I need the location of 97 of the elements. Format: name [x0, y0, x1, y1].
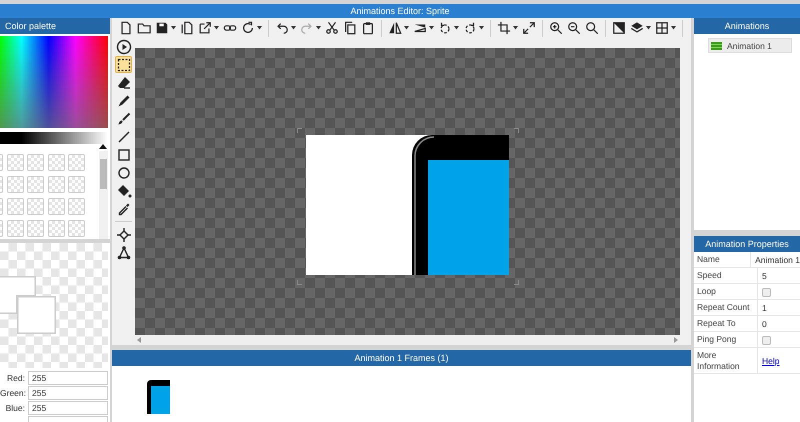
property-value: 1	[762, 302, 767, 314]
line-icon	[116, 128, 132, 144]
caret-icon[interactable]	[671, 26, 676, 30]
color-spectrum[interactable]	[0, 36, 108, 128]
field-label: Blue:	[4, 403, 26, 413]
vertical-scrollbar[interactable]	[99, 151, 108, 239]
caret-icon[interactable]	[404, 26, 409, 30]
panel-title: Animations	[724, 21, 770, 31]
eraser-icon	[116, 74, 132, 90]
item-label: Animation 1	[727, 40, 772, 50]
help-link[interactable]: Help	[762, 356, 780, 366]
frame-thumbnail[interactable]	[147, 380, 170, 414]
list-item[interactable]: Animation 1	[708, 38, 792, 53]
crosshair-icon	[116, 226, 132, 242]
brightness-bar[interactable]	[0, 132, 108, 144]
property-label: Speed	[694, 268, 758, 283]
pencil-icon	[116, 92, 132, 108]
input-field[interactable]: 255	[28, 401, 108, 415]
caret-icon[interactable]	[454, 26, 459, 30]
panel-title: Color palette	[5, 21, 56, 31]
caret-icon[interactable]	[479, 26, 484, 30]
caret-icon[interactable]	[214, 26, 219, 30]
brush-icon	[116, 110, 132, 126]
color-swatch[interactable]	[68, 176, 85, 193]
panel-title: Animation Properties	[705, 239, 789, 249]
color-swatch[interactable]	[27, 198, 44, 215]
color-swatch[interactable]	[6, 198, 24, 215]
rectangle-icon	[116, 146, 132, 162]
tool-button[interactable]	[115, 38, 132, 55]
property-value: 5	[762, 270, 767, 282]
animation-icon	[711, 42, 722, 50]
field-label: Green:	[0, 388, 27, 398]
checkbox[interactable]	[762, 336, 771, 344]
color-swatch[interactable]	[27, 154, 44, 171]
rotate-right-icon[interactable]	[463, 21, 477, 35]
input-field[interactable]: 255	[28, 386, 108, 400]
contrast-icon[interactable]	[612, 21, 626, 35]
color-swatch[interactable]	[68, 220, 85, 237]
caret-icon[interactable]	[646, 26, 651, 30]
undo-icon[interactable]	[275, 21, 289, 35]
tool-button[interactable]	[115, 226, 132, 243]
property-label: Loop	[694, 284, 758, 299]
property-value: Animation 1	[755, 254, 800, 266]
zoom-out-icon[interactable]	[567, 21, 581, 35]
color-swatch[interactable]	[27, 176, 44, 193]
caret-icon[interactable]	[513, 26, 518, 30]
selection-icon	[116, 56, 132, 72]
color-swatch[interactable]	[48, 220, 64, 237]
color-swatch[interactable]	[48, 176, 64, 193]
caret-icon[interactable]	[257, 26, 262, 30]
color-swatch[interactable]	[6, 176, 24, 193]
folder-icon[interactable]	[137, 21, 151, 35]
color-swatch[interactable]	[68, 198, 85, 215]
nodes-icon	[116, 244, 132, 260]
property-label: Repeat To	[694, 316, 758, 331]
caret-icon[interactable]	[291, 26, 296, 30]
property-label: Name	[694, 252, 752, 267]
caret-icon[interactable]	[316, 26, 321, 30]
caret-icon[interactable]	[171, 26, 176, 30]
tool-button[interactable]	[115, 56, 132, 73]
layers-icon[interactable]	[630, 21, 644, 35]
clipboard-icon[interactable]	[361, 21, 375, 35]
color-swatch[interactable]	[6, 220, 24, 237]
paint-bucket-icon	[116, 182, 132, 198]
new-file-icon[interactable]	[119, 21, 133, 35]
search-icon[interactable]	[585, 21, 599, 35]
color-swatch[interactable]	[68, 154, 85, 171]
input-field[interactable]: 255	[28, 371, 108, 385]
checkbox[interactable]	[762, 288, 771, 296]
window-title: Animations Editor: Sprite	[0, 4, 800, 18]
property-label: Repeat Count	[694, 300, 758, 315]
tool-button[interactable]	[115, 74, 132, 91]
property-value: 0	[762, 318, 767, 330]
document-icon[interactable]	[180, 21, 194, 35]
play-icon	[116, 38, 132, 54]
rotate-left-icon[interactable]	[438, 21, 452, 35]
circle-icon	[116, 164, 132, 180]
refresh-icon[interactable]	[241, 21, 255, 35]
property-label: Ping Pong	[694, 332, 758, 347]
field-label: Red:	[6, 373, 26, 383]
crop-icon[interactable]	[497, 21, 511, 35]
panel-title: Animation 1 Frames (1)	[354, 353, 449, 363]
flip-horizontal-icon[interactable]	[388, 21, 402, 35]
grid-icon[interactable]	[655, 21, 669, 35]
scissors-icon[interactable]	[325, 21, 339, 35]
copy-icon[interactable]	[343, 21, 357, 35]
color-swatch[interactable]	[48, 154, 64, 171]
color-swatch[interactable]	[48, 198, 64, 215]
color-swatch[interactable]	[27, 220, 44, 237]
property-label: More Information	[694, 348, 758, 373]
color-swatches-drawing[interactable]	[0, 276, 56, 334]
tool-button[interactable]	[115, 244, 132, 261]
external-link-icon[interactable]	[198, 21, 212, 35]
zoom-in-icon[interactable]	[549, 21, 563, 35]
expand-icon[interactable]	[522, 21, 536, 35]
caret-icon[interactable]	[429, 26, 434, 30]
color-swatch[interactable]	[6, 154, 24, 171]
